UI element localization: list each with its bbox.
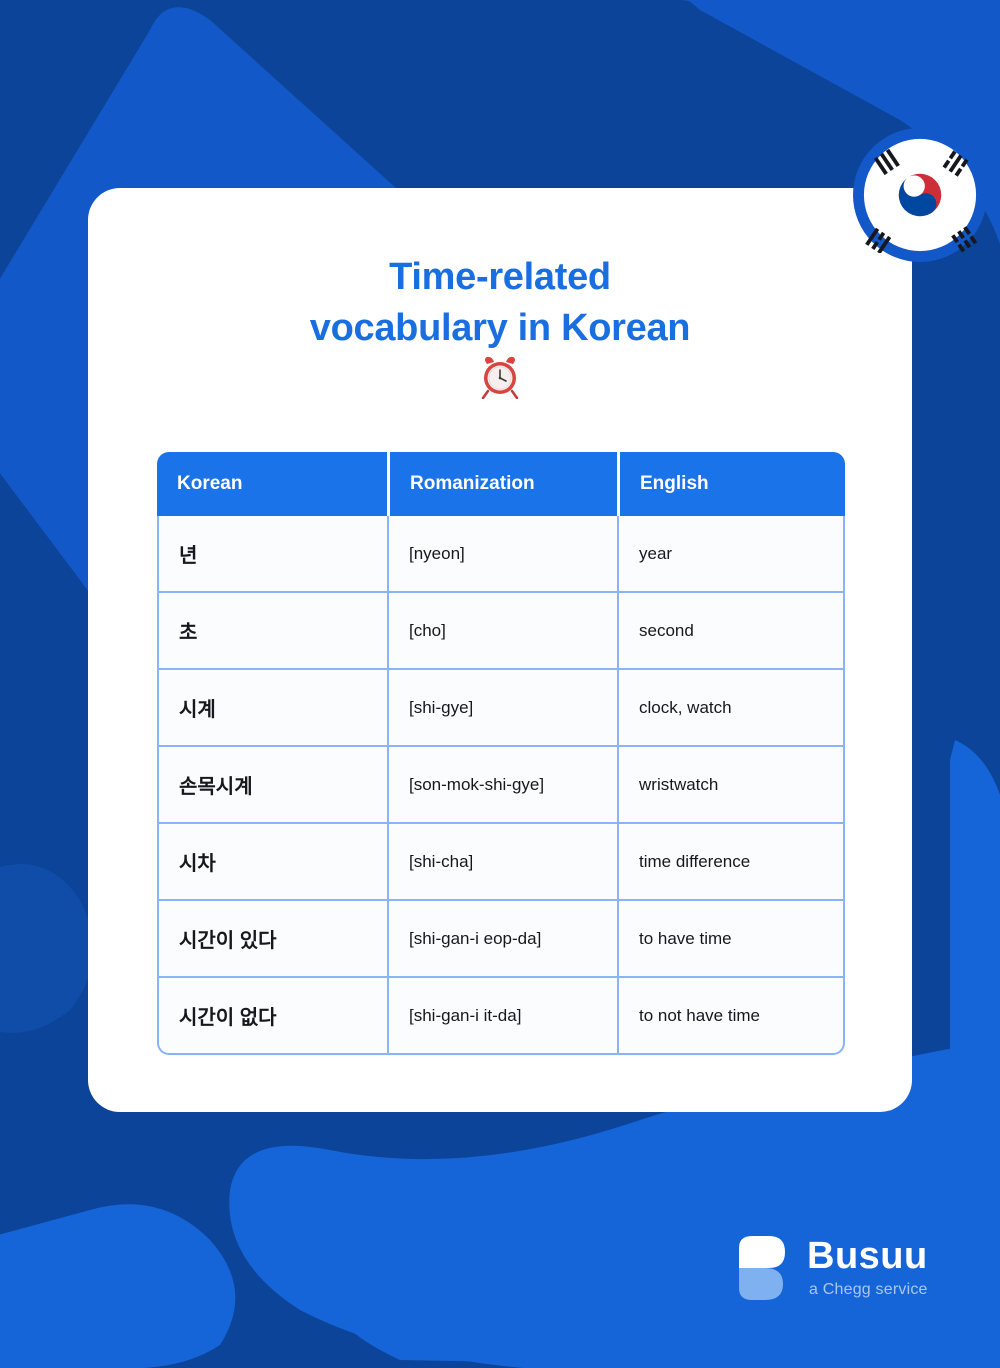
page-title: Time-related vocabulary in Korean (88, 252, 912, 400)
table-row: 시차 [shi-cha] time difference (157, 824, 845, 901)
cell-korean: 시계 (157, 670, 387, 747)
cell-english: second (617, 593, 845, 670)
cell-romanization: [son-mok-shi-gye] (387, 747, 617, 824)
cell-romanization: [shi-cha] (387, 824, 617, 901)
table-row: 초 [cho] second (157, 593, 845, 670)
cell-romanization: [cho] (387, 593, 617, 670)
cell-english: time difference (617, 824, 845, 901)
table-row: 시계 [shi-gye] clock, watch (157, 670, 845, 747)
cell-english: to not have time (617, 978, 845, 1055)
busuu-logo: Busuu a Chegg service (735, 1232, 945, 1314)
table-row: 시간이 없다 [shi-gan-i it-da] to not have tim… (157, 978, 845, 1055)
cell-english: clock, watch (617, 670, 845, 747)
cell-english: wristwatch (617, 747, 845, 824)
busuu-wordmark: Busuu (807, 1235, 928, 1277)
title-line-2: vocabulary in Korean (309, 306, 691, 349)
cell-english: year (617, 516, 845, 593)
cell-korean: 시차 (157, 824, 387, 901)
table-row: 손목시계 [son-mok-shi-gye] wristwatch (157, 747, 845, 824)
column-header-romanization: Romanization (387, 452, 617, 516)
busuu-tagline: a Chegg service (809, 1281, 928, 1298)
alarm-clock-icon (481, 356, 519, 400)
cell-korean: 시간이 있다 (157, 901, 387, 978)
title-line-1: Time-related (389, 256, 611, 298)
cell-korean: 초 (157, 593, 387, 670)
column-header-english: English (617, 452, 845, 516)
cell-english: to have time (617, 901, 845, 978)
south-korea-flag-badge (853, 128, 987, 262)
table-row: 시간이 있다 [shi-gan-i eop-da] to have time (157, 901, 845, 978)
cell-romanization: [nyeon] (387, 516, 617, 593)
vocabulary-table: Korean Romanization English 년 [nyeon] ye… (157, 452, 845, 1055)
cell-korean: 시간이 없다 (157, 978, 387, 1055)
cell-romanization: [shi-gan-i it-da] (387, 978, 617, 1055)
table-body: 년 [nyeon] year 초 [cho] second 시계 [shi-gy… (157, 516, 845, 1055)
cell-romanization: [shi-gan-i eop-da] (387, 901, 617, 978)
table-header-row: Korean Romanization English (157, 452, 845, 516)
cell-romanization: [shi-gye] (387, 670, 617, 747)
column-header-korean: Korean (157, 452, 387, 516)
table-row: 년 [nyeon] year (157, 516, 845, 593)
cell-korean: 손목시계 (157, 747, 387, 824)
busuu-speech-bubble-icon (739, 1236, 785, 1300)
south-korea-flag-icon (863, 138, 978, 253)
cell-korean: 년 (157, 516, 387, 593)
